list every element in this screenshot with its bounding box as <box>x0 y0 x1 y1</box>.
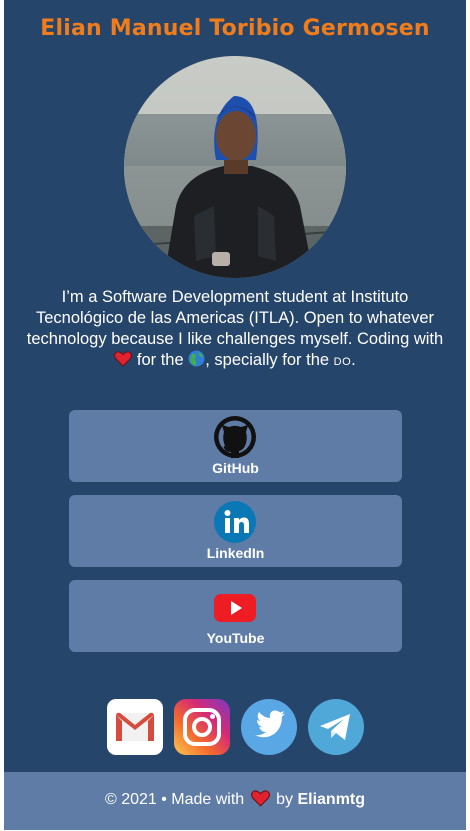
heart-icon <box>114 351 133 373</box>
linkedin-icon <box>213 500 257 544</box>
github-link[interactable]: GitHub <box>69 410 402 482</box>
bio-specially: , specially for the <box>205 351 330 369</box>
bio-end: . <box>351 351 356 369</box>
globe-icon <box>188 350 205 373</box>
linkedin-label: LinkedIn <box>206 545 265 561</box>
bio-line-2: Tecnológico de las Americas (ITLA). Open… <box>35 309 435 327</box>
github-label: GitHub <box>212 460 259 476</box>
heart-icon <box>250 775 270 831</box>
youtube-link[interactable]: YouTube <box>69 580 402 652</box>
footer: © 2021 • Made with by Elianmtg <box>4 772 466 830</box>
avatar <box>124 56 346 278</box>
bio-do: DO <box>333 356 352 368</box>
twitter-icon[interactable] <box>241 699 297 755</box>
profile-name: Elian Manuel Toribio Germosen <box>40 16 430 41</box>
youtube-icon <box>213 585 257 629</box>
profile-card: Elian Manuel Toribio Germosen I’m a Soft… <box>4 0 466 830</box>
bio-for-the: for the <box>136 351 184 369</box>
bio-line-3: technology because I like challenges mys… <box>26 330 444 348</box>
instagram-icon[interactable] <box>174 699 230 755</box>
bio-line-1: I’m a Software Development student at In… <box>61 288 409 306</box>
github-icon <box>213 415 257 459</box>
footer-copyright: © 2021 • Made with <box>104 791 245 808</box>
youtube-label: YouTube <box>206 630 265 646</box>
telegram-icon[interactable] <box>308 699 364 755</box>
bio-text: I’m a Software Development student at In… <box>10 287 460 373</box>
linkedin-link[interactable]: LinkedIn <box>69 495 402 567</box>
footer-author-link[interactable]: Elianmtg <box>297 791 365 808</box>
footer-by: by <box>276 791 294 808</box>
gmail-icon[interactable] <box>107 699 163 755</box>
